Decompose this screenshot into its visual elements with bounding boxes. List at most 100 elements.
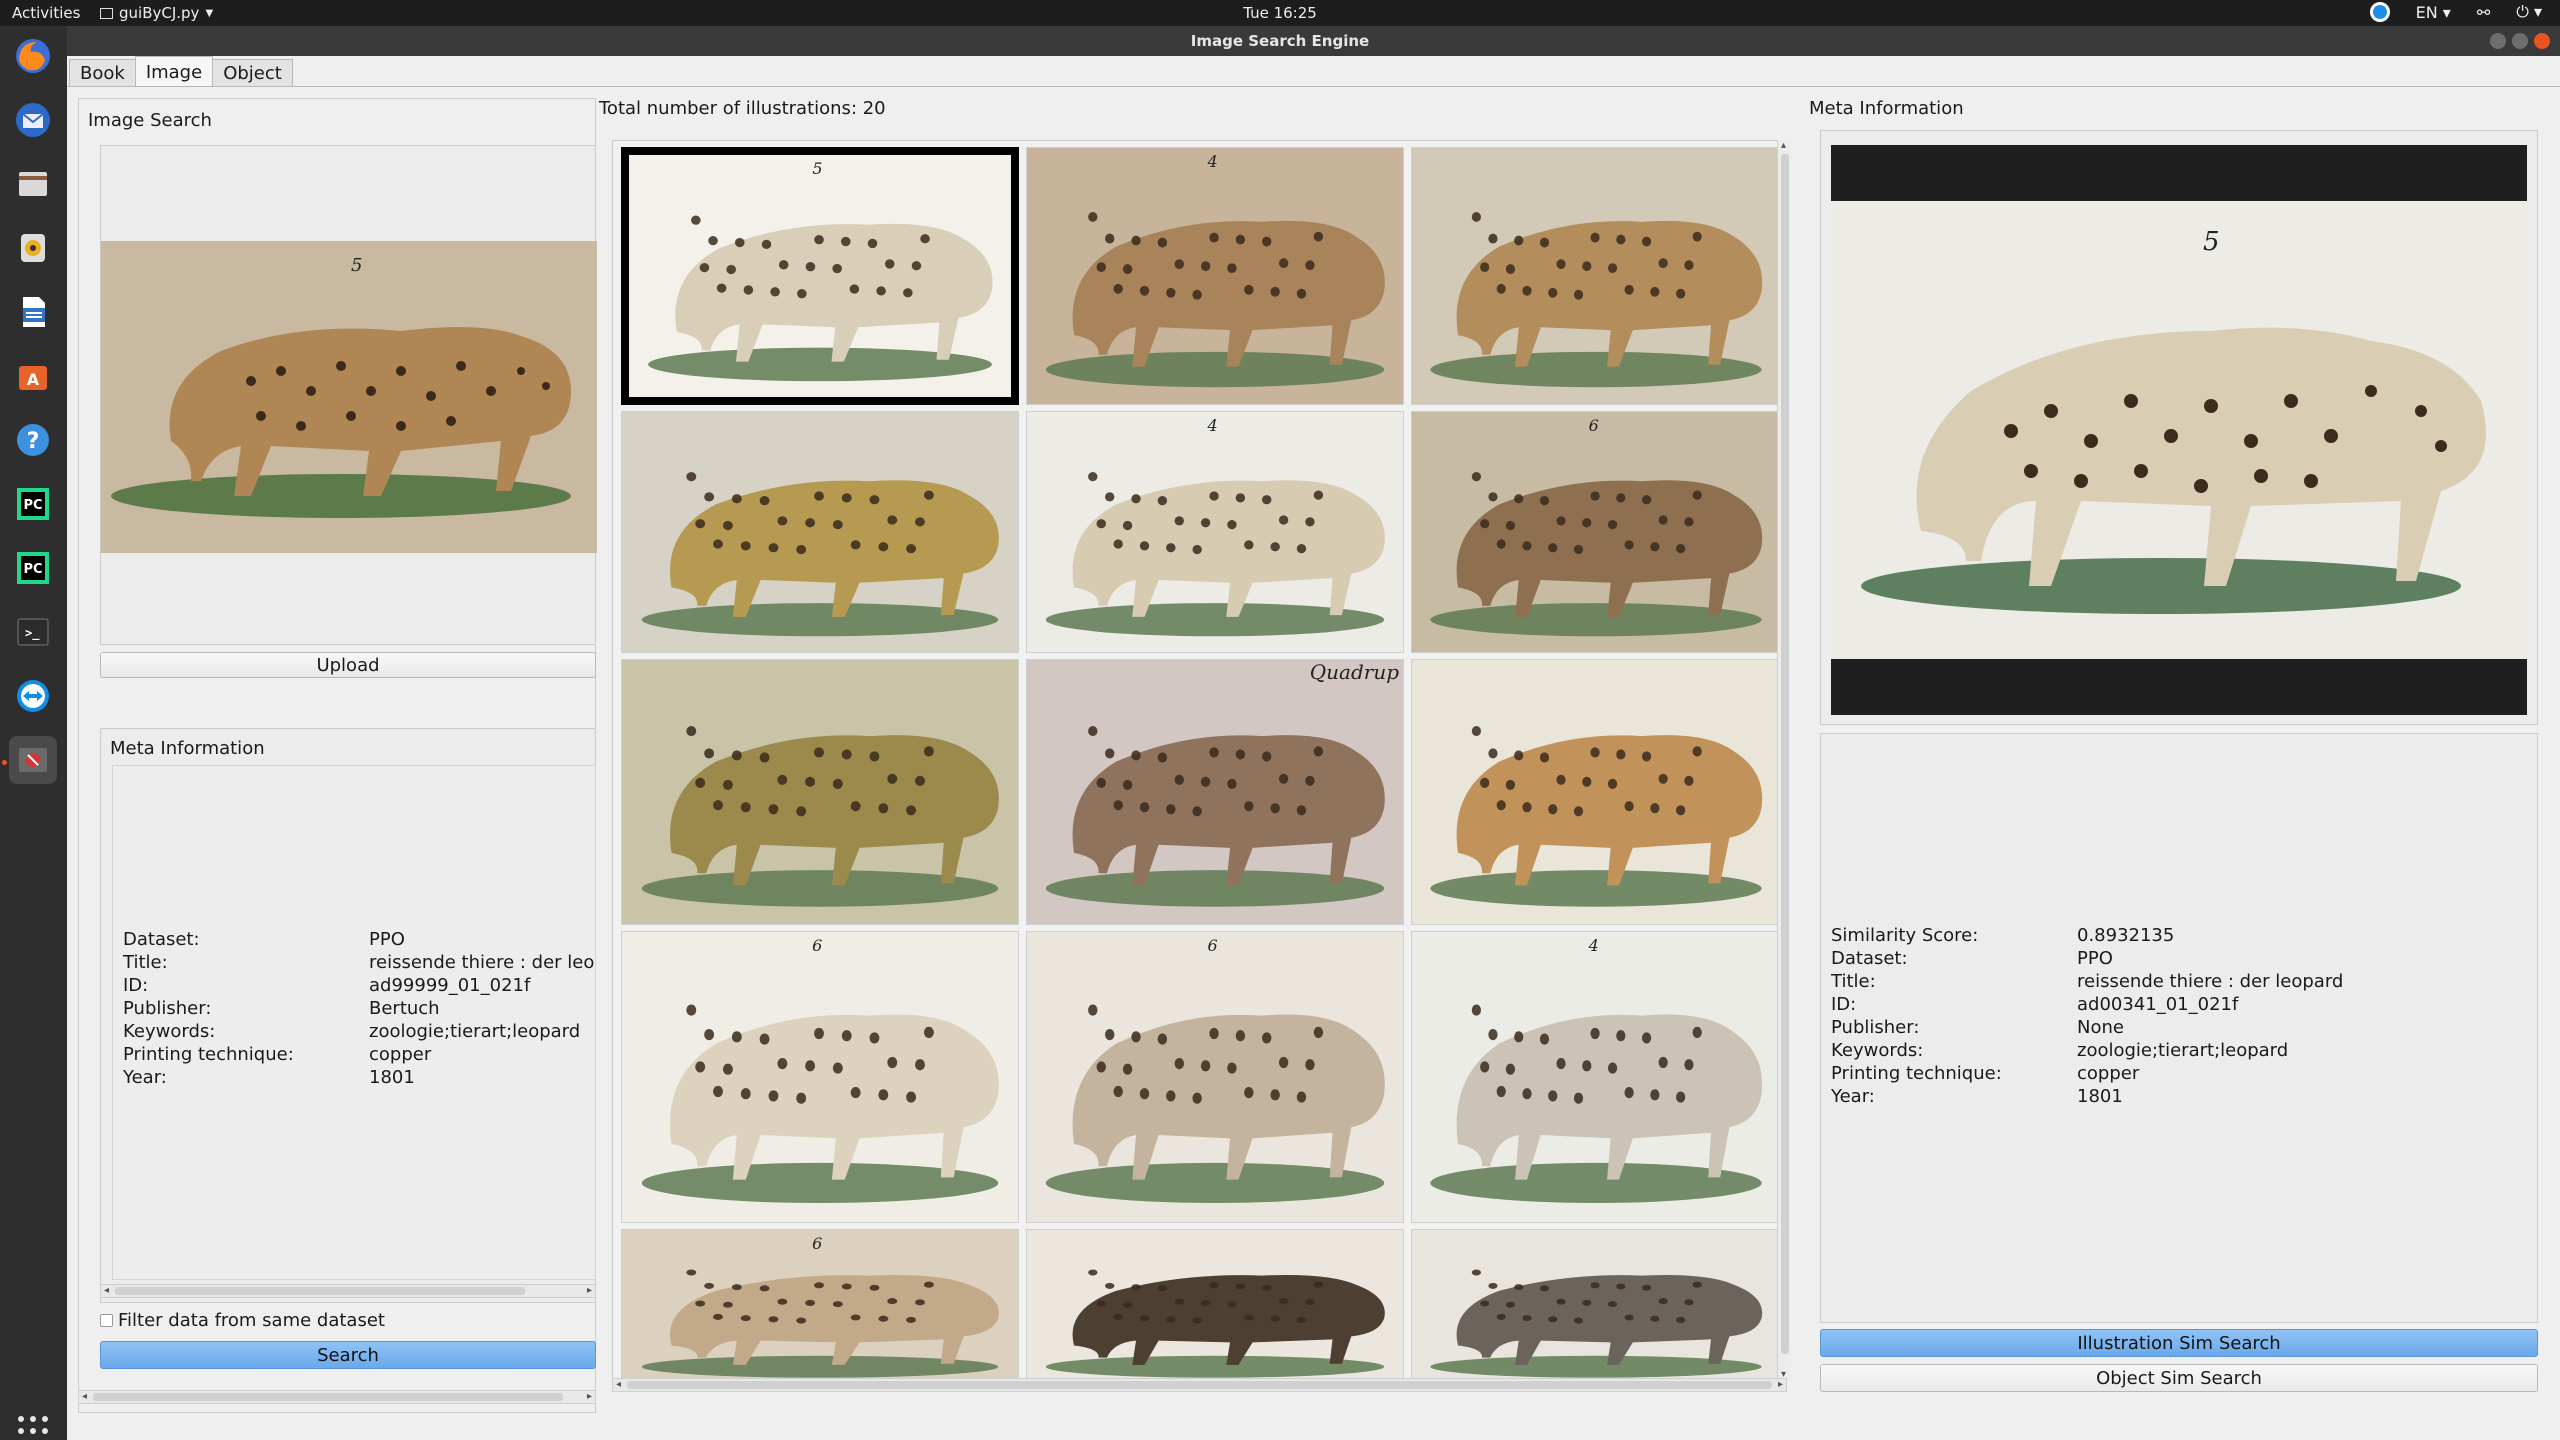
left-meta-hscrollbar[interactable]: ◂ ▸ — [100, 1284, 596, 1298]
query-image-frame: 5 — [100, 145, 597, 645]
query-plate-number: 5 — [351, 255, 363, 276]
meta-row-publisher: Publisher: None — [1831, 1017, 2124, 1038]
scroll-thumb[interactable] — [1781, 154, 1789, 1354]
result-thumbnail[interactable]: 4 — [1026, 147, 1404, 405]
svg-text:?: ? — [27, 429, 40, 454]
result-thumbnail[interactable]: 6 — [621, 931, 1019, 1223]
results-hscrollbar[interactable]: ◂ ▸ — [612, 1378, 1787, 1392]
pycharm-community-icon[interactable]: PC — [9, 544, 57, 592]
meta-row-dataset: Dataset: PPO — [123, 929, 405, 950]
selected-plate-number: 5 — [2203, 227, 2220, 257]
result-thumbnail[interactable]: 6 — [621, 1229, 1019, 1379]
result-thumbnail[interactable] — [621, 659, 1019, 925]
app-window-icon — [100, 7, 113, 19]
power-icon[interactable]: ⏻ ▾ — [2516, 2, 2542, 22]
filter-label[interactable]: Filter data from same dataset — [118, 1310, 385, 1331]
scroll-right-arrow-icon[interactable]: ▸ — [587, 1391, 592, 1402]
right-meta-title: Meta Information — [1809, 98, 1964, 119]
left-meta-scroll-area: Dataset: PPO Title: reissende thiere : der… — [112, 765, 596, 1280]
dock: A ? PC PC >_ — [0, 26, 67, 1440]
plate-number: 5 — [812, 159, 823, 178]
result-thumbnail[interactable]: 6 — [1411, 411, 1781, 653]
meta-row-title: Title: reissende thiere : der leopard — [1831, 971, 2344, 992]
meta-row-keywords: Keywords: zoologie;tierart;leopard — [123, 1021, 581, 1042]
scroll-right-arrow-icon[interactable]: ▸ — [587, 1285, 592, 1296]
svg-text:PC: PC — [23, 562, 42, 577]
filter-checkbox[interactable] — [100, 1314, 113, 1327]
result-thumbnail[interactable] — [1026, 1229, 1404, 1379]
python-app-icon[interactable] — [9, 736, 57, 784]
plate-number: 4 — [1588, 936, 1599, 955]
meta-row-publisher: Publisher: Bertuch — [123, 998, 440, 1019]
meta-row-year: Year: 1801 — [123, 1067, 415, 1088]
activities-button[interactable]: Activities — [12, 4, 80, 22]
system-top-bar: Activities guiByCJ.py ▼ Tue 16:25 EN ▾ ⚯… — [0, 0, 2560, 26]
svg-text:>_: >_ — [25, 626, 40, 641]
minimize-button[interactable] — [2490, 33, 2506, 49]
selected-image-frame: 5 — [1820, 130, 2538, 725]
query-image: 5 — [101, 241, 597, 553]
maximize-button[interactable] — [2512, 33, 2528, 49]
teamviewer-icon[interactable] — [9, 672, 57, 720]
search-button[interactable]: Search — [100, 1341, 596, 1369]
meta-row-year: Year: 1801 — [1831, 1086, 2123, 1107]
result-thumbnail[interactable] — [621, 411, 1019, 653]
writer-icon[interactable] — [9, 288, 57, 336]
window-title-bar: Image Search Engine — [0, 26, 2560, 56]
show-applications-icon[interactable] — [18, 1416, 48, 1440]
thunderbird-icon[interactable] — [9, 96, 57, 144]
running-indicator — [2, 760, 7, 765]
scroll-left-arrow-icon[interactable]: ◂ — [82, 1391, 87, 1402]
meta-row-printing: Printing technique: copper — [123, 1044, 432, 1065]
plate-number: 6 — [1588, 416, 1599, 435]
image-search-title: Image Search — [88, 110, 212, 131]
rhythmbox-icon[interactable] — [9, 224, 57, 272]
right-meta-frame: Similarity Score: 0.8932135 Dataset: PPO T… — [1820, 733, 2538, 1323]
files-icon[interactable] — [9, 160, 57, 208]
app-menu[interactable]: guiByCJ.py ▼ — [100, 4, 213, 22]
results-grid: 5 4 4 6 Quadrup 6 6 4 6 — [612, 140, 1787, 1380]
selected-image: 5 — [1831, 145, 2527, 715]
scroll-thumb[interactable] — [115, 1287, 525, 1295]
left-meta-list: Dataset: PPO Title: reissende thiere : der… — [123, 928, 594, 1089]
result-thumbnail[interactable]: 4 — [1411, 931, 1781, 1223]
close-button[interactable] — [2534, 33, 2550, 49]
scroll-left-arrow-icon[interactable]: ◂ — [616, 1379, 621, 1390]
result-thumbnail[interactable]: 4 — [1026, 411, 1404, 653]
help-icon[interactable]: ? — [9, 416, 57, 464]
result-thumbnail[interactable]: 5 — [621, 147, 1019, 405]
terminal-icon[interactable]: >_ — [9, 608, 57, 656]
results-vscrollbar[interactable]: ▴ ▾ — [1777, 140, 1791, 1380]
teamviewer-tray-icon[interactable] — [2369, 2, 2390, 22]
network-icon[interactable]: ⚯ — [2477, 3, 2490, 22]
pycharm-icon[interactable]: PC — [9, 480, 57, 528]
illustration-sim-search-button[interactable]: Illustration Sim Search — [1820, 1329, 2538, 1357]
plate-number: 4 — [1207, 416, 1218, 435]
result-thumbnail[interactable] — [1411, 1229, 1781, 1379]
result-thumbnail[interactable] — [1411, 659, 1781, 925]
tab-book[interactable]: Book — [69, 59, 136, 87]
result-thumbnail[interactable]: Quadrup — [1026, 659, 1404, 925]
language-indicator[interactable]: EN ▾ — [2416, 3, 2451, 22]
right-meta-list: Similarity Score: 0.8932135 Dataset: PPO T… — [1831, 924, 2343, 1108]
meta-row-id: ID: ad99999_01_021f — [123, 975, 531, 996]
scroll-thumb[interactable] — [627, 1381, 1772, 1389]
svg-text:A: A — [27, 370, 40, 389]
software-center-icon[interactable]: A — [9, 352, 57, 400]
firefox-icon[interactable] — [9, 32, 57, 80]
plate-number: 6 — [1207, 936, 1218, 955]
scroll-left-arrow-icon[interactable]: ◂ — [104, 1285, 109, 1296]
scroll-right-arrow-icon[interactable]: ▸ — [1778, 1379, 1783, 1390]
result-thumbnail[interactable] — [1411, 147, 1781, 405]
object-sim-search-button[interactable]: Object Sim Search — [1820, 1364, 2538, 1392]
upload-button[interactable]: Upload — [100, 652, 596, 678]
tab-image[interactable]: Image — [134, 56, 214, 87]
meta-row-similarity: Similarity Score: 0.8932135 — [1831, 925, 2175, 946]
tab-object[interactable]: Object — [212, 59, 293, 87]
clock[interactable]: Tue 16:25 — [1243, 4, 1317, 22]
left-panel-hscrollbar[interactable]: ◂ ▸ — [78, 1390, 596, 1404]
scroll-thumb[interactable] — [93, 1393, 563, 1401]
window-title: Image Search Engine — [1190, 32, 1370, 50]
scroll-up-arrow-icon[interactable]: ▴ — [1781, 140, 1786, 151]
result-thumbnail[interactable]: 6 — [1026, 931, 1404, 1223]
